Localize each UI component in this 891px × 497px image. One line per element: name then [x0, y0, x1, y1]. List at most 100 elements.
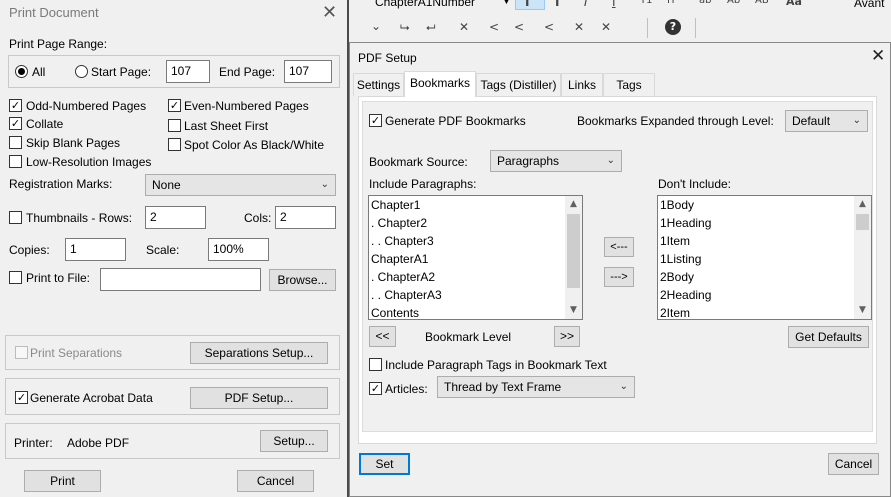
last-sheet-first-label[interactable]: Last Sheet First [184, 118, 268, 134]
italic-icon[interactable]: I [525, 0, 529, 9]
bookmark-source-select[interactable]: Paragraphs ⌄ [490, 150, 622, 172]
include-list-scrollbar[interactable]: ▲ ▼ [565, 196, 582, 319]
remove-icon[interactable]: ✕ [601, 20, 611, 34]
uppercase-icon[interactable]: AB [755, 0, 769, 6]
tab-tags-distiller[interactable]: Tags (Distiller) [476, 73, 561, 96]
scrollbar-thumb[interactable] [856, 214, 869, 230]
odd-pages-checkbox[interactable]: ✓ [9, 99, 22, 112]
small-caps-icon[interactable]: IT [667, 0, 676, 6]
move-to-include-button[interactable]: <--- [604, 237, 634, 257]
start-page-input[interactable]: 107 [166, 60, 210, 83]
italic-button-active[interactable] [515, 0, 545, 10]
all-radio-label[interactable]: All [32, 64, 45, 80]
print-to-file-label[interactable]: Print to File: [26, 270, 90, 286]
expanded-level-select[interactable]: Default ⌄ [785, 110, 868, 132]
dont-include-scrollbar[interactable]: ▲ ▼ [854, 196, 871, 319]
set-button[interactable]: Set [359, 453, 410, 475]
move-to-exclude-button[interactable]: ---> [604, 267, 634, 287]
low-res-label[interactable]: Low-Resolution Images [26, 154, 151, 170]
start-page-radio[interactable] [75, 65, 88, 78]
collate-label[interactable]: Collate [26, 116, 63, 132]
list-item[interactable]: 1Body [658, 196, 871, 214]
level-up-icon[interactable]: < [514, 20, 524, 34]
tab-tags[interactable]: Tags [603, 73, 655, 96]
move-left-icon[interactable]: ⮠ [426, 20, 436, 35]
list-item[interactable]: . . ChapterA3 [369, 286, 582, 304]
list-item[interactable]: Chapter1 [369, 196, 582, 214]
move-right-icon[interactable]: ⮡ [400, 20, 410, 35]
articles-checkbox[interactable]: ✓ [369, 382, 382, 395]
delete-entry-icon[interactable]: ✕ [459, 20, 469, 34]
pdf-setup-button[interactable]: PDF Setup... [190, 387, 328, 409]
dont-include-list[interactable]: 1Body 1Heading 1Item 1Listing 2Body 2Hea… [657, 195, 872, 320]
skip-blank-label[interactable]: Skip Blank Pages [26, 135, 120, 151]
printer-setup-button[interactable]: Setup... [260, 430, 328, 452]
print-to-file-checkbox[interactable] [9, 271, 22, 284]
spot-color-label[interactable]: Spot Color As Black/White [184, 137, 324, 153]
lowercase-icon[interactable]: ab [699, 0, 711, 6]
thumbnails-checkbox[interactable] [9, 211, 22, 224]
browse-button[interactable]: Browse... [269, 269, 336, 291]
close-icon[interactable]: ✕ [322, 2, 337, 23]
even-pages-label[interactable]: Even-Numbered Pages [184, 98, 309, 114]
list-item[interactable]: 1Listing [658, 250, 871, 268]
list-item[interactable]: ChapterA1 [369, 250, 582, 268]
start-page-label[interactable]: Start Page: [91, 64, 151, 80]
print-cancel-button[interactable]: Cancel [237, 470, 314, 492]
generate-acrobat-label[interactable]: Generate Acrobat Data [30, 390, 153, 406]
list-item[interactable]: . ChapterA2 [369, 268, 582, 286]
scroll-down-icon[interactable]: ▼ [854, 302, 871, 319]
list-item[interactable]: . Chapter2 [369, 214, 582, 232]
articles-label[interactable]: Articles: [385, 381, 428, 397]
all-radio[interactable] [15, 65, 28, 78]
include-tags-checkbox[interactable] [369, 358, 382, 371]
underline-icon[interactable]: I [612, 0, 616, 9]
list-item[interactable]: 2Item [658, 304, 871, 319]
tab-bookmarks[interactable]: Bookmarks [404, 71, 476, 97]
list-item[interactable]: 1Heading [658, 214, 871, 232]
tab-links[interactable]: Links [561, 73, 603, 96]
level-down-icon[interactable]: < [489, 20, 499, 34]
include-tags-label[interactable]: Include Paragraph Tags in Bookmark Text [385, 357, 607, 373]
include-paragraphs-list[interactable]: Chapter1 . Chapter2 . . Chapter3 Chapter… [368, 195, 583, 320]
promote-icon[interactable]: < [544, 20, 554, 34]
list-item[interactable]: . . Chapter3 [369, 232, 582, 250]
demote-icon[interactable]: ✕ [574, 20, 584, 34]
level-decrease-button[interactable]: << [369, 326, 396, 347]
list-item[interactable]: 2Heading [658, 286, 871, 304]
even-pages-checkbox[interactable]: ✓ [168, 99, 181, 112]
print-button[interactable]: Print [24, 470, 101, 492]
pdf-cancel-button[interactable]: Cancel [828, 453, 879, 475]
articles-select[interactable]: Thread by Text Frame ⌄ [437, 376, 635, 398]
level-increase-button[interactable]: >> [554, 326, 580, 347]
list-item[interactable]: Contents [369, 304, 582, 319]
skip-blank-checkbox[interactable] [9, 136, 22, 149]
separations-setup-button[interactable]: Separations Setup... [190, 342, 328, 364]
generate-bookmarks-checkbox[interactable]: ✓ [369, 114, 382, 127]
titlecase-icon[interactable]: Ab [727, 0, 740, 6]
odd-pages-label[interactable]: Odd-Numbered Pages [26, 98, 146, 114]
collapse-icon[interactable]: ⌄ [371, 19, 381, 33]
superscript-icon[interactable]: T1 [640, 0, 652, 6]
scale-input[interactable]: 100% [208, 238, 269, 261]
help-icon[interactable]: ? [665, 19, 681, 35]
end-page-input[interactable]: 107 [284, 60, 332, 83]
scroll-down-icon[interactable]: ▼ [565, 302, 582, 319]
generate-acrobat-checkbox[interactable]: ✓ [15, 391, 28, 404]
get-defaults-button[interactable]: Get Defaults [788, 326, 869, 348]
registration-marks-select[interactable]: None ⌄ [145, 174, 336, 196]
list-item[interactable]: 1Item [658, 232, 871, 250]
tab-settings[interactable]: Settings [353, 73, 404, 96]
print-to-file-input[interactable] [100, 268, 261, 291]
paragraph-style-select[interactable]: ChapterA1Number ▼ [365, 0, 517, 12]
scroll-up-icon[interactable]: ▲ [565, 196, 582, 213]
last-sheet-first-checkbox[interactable] [168, 119, 181, 132]
case-cycle-icon[interactable]: Aa [786, 0, 802, 8]
thumbnails-cols-input[interactable]: 2 [275, 206, 336, 229]
thumbnails-rows-input[interactable]: 2 [145, 206, 206, 229]
collate-checkbox[interactable]: ✓ [9, 117, 22, 130]
generate-bookmarks-label[interactable]: Generate PDF Bookmarks [385, 113, 526, 129]
list-item[interactable]: 2Body [658, 268, 871, 286]
bold-icon[interactable]: I [555, 0, 559, 9]
copies-input[interactable]: 1 [65, 238, 126, 261]
